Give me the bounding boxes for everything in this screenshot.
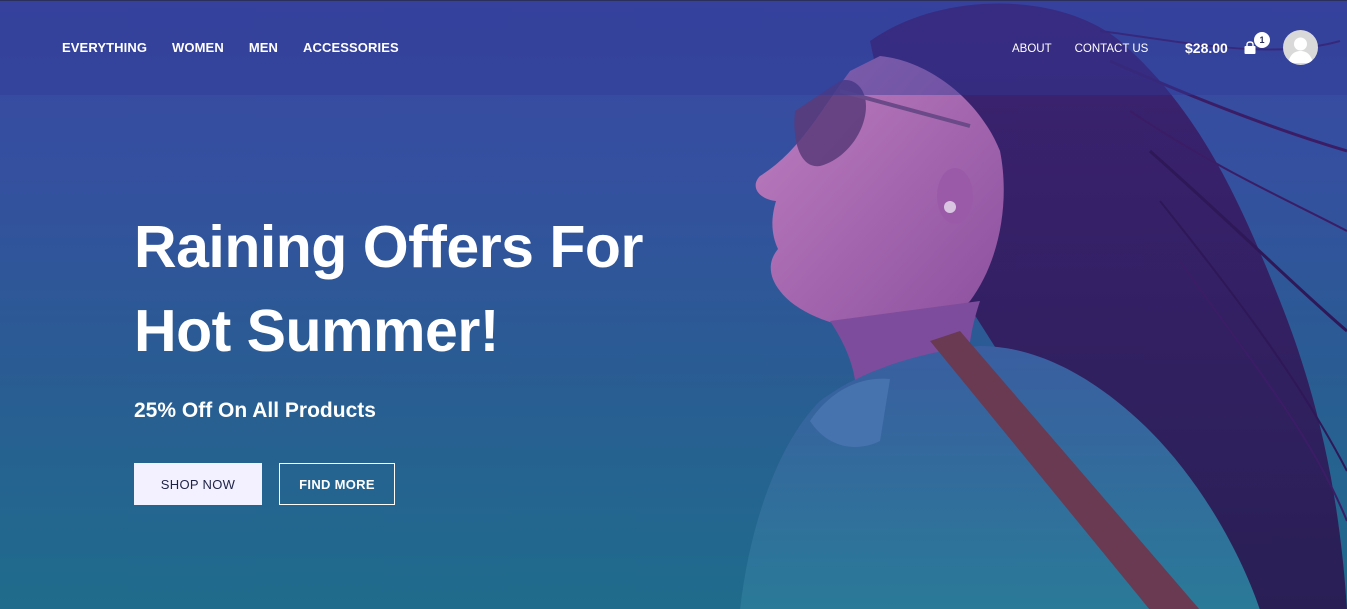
find-more-button[interactable]: FIND MORE [279,463,395,505]
hero-headline-line-2: Hot Summer! [134,298,499,364]
nav-item-everything[interactable]: EVERYTHING [62,40,147,56]
cart-total[interactable]: $28.00 [1185,39,1228,57]
cart-count-badge: 1 [1254,32,1270,48]
nav-item-men[interactable]: MEN [249,40,278,56]
main-nav: EVERYTHING WOMEN MEN ACCESSORIES [62,40,424,56]
nav-item-contact-us[interactable]: CONTACT US [1075,42,1149,56]
hero-subheadline: 25% Off On All Products [134,399,376,422]
nav-item-women[interactable]: WOMEN [172,40,224,56]
hero-headline-line-1: Raining Offers For [134,214,643,280]
hero-headline: Raining Offers For Hot Summer! [134,205,694,373]
hero-banner: EVERYTHING WOMEN MEN ACCESSORIES ABOUT C… [0,0,1347,609]
secondary-nav: ABOUT CONTACT US [1012,42,1171,56]
nav-item-accessories[interactable]: ACCESSORIES [303,40,399,56]
user-avatar-icon[interactable] [1283,30,1318,65]
shop-now-button[interactable]: SHOP NOW [134,463,262,505]
nav-item-about[interactable]: ABOUT [1012,42,1052,56]
